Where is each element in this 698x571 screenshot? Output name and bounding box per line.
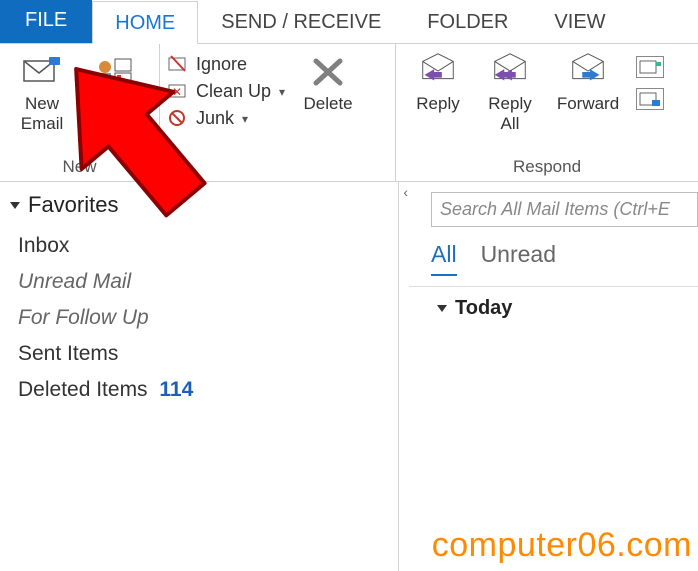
junk-label: Junk — [196, 108, 234, 129]
meeting-button[interactable] — [636, 56, 664, 78]
favorites-label: Favorites — [28, 192, 118, 218]
collapse-folder-pane[interactable]: ‹ — [403, 184, 408, 200]
message-list-pane: Search All Mail Items (Ctrl+E All Unread… — [398, 182, 698, 571]
forward-label: Forward — [557, 94, 619, 114]
svg-text:✕: ✕ — [172, 85, 182, 99]
nav-unread-mail[interactable]: Unread Mail — [10, 264, 388, 300]
nav-sent-items[interactable]: Sent Items — [10, 336, 388, 372]
ribbon-tabs: FILE HOME SEND / RECEIVE FOLDER VIEW — [0, 0, 698, 44]
forward-button[interactable]: Forward — [546, 48, 630, 157]
nav-follow-up[interactable]: For Follow Up — [10, 300, 388, 336]
nav-inbox[interactable]: Inbox — [10, 228, 388, 264]
folder-pane: ‹ Favorites Inbox Unread Mail For Follow… — [0, 182, 398, 571]
clean-up-label: Clean Up — [196, 81, 271, 102]
ribbon-group-new: New Email Ite New — [0, 44, 160, 181]
reply-label: Reply — [416, 94, 459, 114]
ignore-label: Ignore — [196, 54, 247, 75]
group-label-new: New — [6, 157, 153, 179]
ribbon-group-respond: Reply Reply All — [396, 44, 698, 181]
more-respond-button[interactable] — [636, 88, 664, 110]
deleted-count: 114 — [159, 378, 193, 401]
delete-label: Delete — [304, 94, 353, 114]
chevron-down-icon: ▾ — [242, 112, 248, 126]
group-label-delete — [166, 177, 389, 179]
clean-up-icon: ✕ — [168, 82, 190, 102]
delete-icon — [307, 52, 349, 90]
delete-button[interactable]: Delete — [289, 48, 367, 177]
clean-up-button[interactable]: ✕ Clean Up ▾ — [168, 81, 285, 102]
reply-icon — [417, 52, 459, 90]
junk-button[interactable]: Junk ▾ — [168, 108, 285, 129]
ignore-button[interactable]: Ignore — [168, 54, 285, 75]
new-email-label: New Email — [21, 94, 64, 133]
date-group-today[interactable]: Today — [409, 286, 698, 320]
filter-all[interactable]: All — [431, 241, 457, 276]
nav-deleted-items[interactable]: Deleted Items 114 — [10, 372, 388, 408]
main-area: ‹ Favorites Inbox Unread Mail For Follow… — [0, 182, 698, 571]
new-items-label: Ite — [105, 94, 124, 114]
filter-row: All Unread — [409, 237, 698, 286]
filter-unread[interactable]: Unread — [481, 241, 556, 276]
reply-button[interactable]: Reply — [402, 48, 474, 157]
new-items-button[interactable]: Ite — [78, 48, 150, 157]
reply-all-button[interactable]: Reply All — [474, 48, 546, 157]
forward-icon — [567, 52, 609, 90]
deleted-label: Deleted Items — [18, 378, 148, 401]
tab-view[interactable]: VIEW — [531, 0, 628, 43]
new-email-icon — [21, 52, 63, 90]
expand-icon — [437, 305, 447, 312]
ribbon: New Email Ite New — [0, 44, 698, 182]
ignore-icon — [168, 55, 190, 75]
reply-all-label: Reply All — [488, 94, 531, 133]
ribbon-group-delete: Ignore ✕ Clean Up ▾ Junk ▾ — [160, 44, 396, 181]
today-label: Today — [455, 297, 512, 320]
expand-icon — [10, 202, 20, 209]
tab-send-receive[interactable]: SEND / RECEIVE — [198, 0, 404, 43]
tab-folder[interactable]: FOLDER — [404, 0, 531, 43]
favorites-header[interactable]: Favorites — [10, 192, 388, 218]
chevron-down-icon: ▾ — [279, 85, 285, 99]
search-input[interactable]: Search All Mail Items (Ctrl+E — [431, 192, 698, 227]
junk-icon — [168, 109, 190, 129]
tab-home[interactable]: HOME — [92, 1, 198, 44]
new-items-icon — [93, 52, 135, 90]
watermark: computer06.com — [432, 526, 692, 565]
reply-all-icon — [489, 52, 531, 90]
group-label-respond: Respond — [402, 157, 692, 179]
new-email-button[interactable]: New Email — [6, 48, 78, 157]
tab-file[interactable]: FILE — [0, 0, 92, 43]
respond-extra — [630, 48, 668, 157]
